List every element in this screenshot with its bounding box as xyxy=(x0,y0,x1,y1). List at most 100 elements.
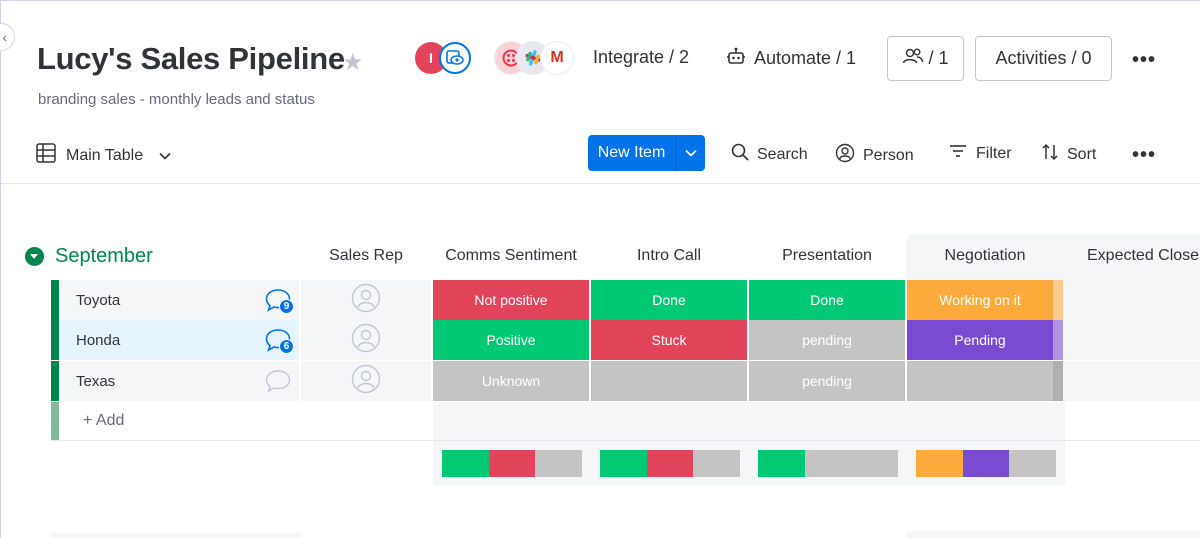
sort-button[interactable]: Sort xyxy=(1041,143,1096,166)
board-description[interactable]: branding sales - monthly leads and statu… xyxy=(38,91,315,108)
column-header-sales-rep[interactable]: Sales Rep xyxy=(301,233,431,279)
new-item-button[interactable]: New Item xyxy=(588,135,705,171)
sort-label: Sort xyxy=(1067,145,1097,163)
summary-segment xyxy=(693,450,740,477)
status-edge xyxy=(1053,280,1063,320)
automate-button[interactable]: Automate / 1 xyxy=(726,47,856,70)
summary-bar-presentation[interactable] xyxy=(758,450,898,477)
table-icon xyxy=(36,143,56,168)
new-item-label[interactable]: New Item xyxy=(588,135,675,171)
expected-close-cell[interactable] xyxy=(1063,361,1200,401)
star-icon[interactable]: ★ xyxy=(342,48,364,77)
group-color-bar xyxy=(51,320,59,360)
summary-segment xyxy=(600,450,647,477)
group-color-bar xyxy=(51,402,59,440)
item-name-cell[interactable]: Toyota 9 xyxy=(59,280,299,320)
filter-button[interactable]: Filter xyxy=(948,143,1012,164)
automate-label: Automate / 1 xyxy=(754,48,857,68)
sales-rep-cell[interactable] xyxy=(301,361,431,401)
viewers-eye-icon[interactable] xyxy=(439,42,471,74)
item-name[interactable]: Honda xyxy=(76,332,120,349)
person-icon xyxy=(351,364,381,399)
column-header-comms-sentiment[interactable]: Comms Sentiment xyxy=(433,233,589,279)
search-label: Search xyxy=(757,145,808,163)
updates-count-badge: 9 xyxy=(279,299,294,314)
negotiation-status[interactable] xyxy=(907,361,1053,401)
sales-rep-cell[interactable] xyxy=(301,280,431,320)
add-item-row[interactable]: + Add xyxy=(51,402,1200,440)
view-selector[interactable]: Main Table xyxy=(36,143,171,168)
summary-segment xyxy=(646,450,694,477)
person-filter-button[interactable]: Person xyxy=(835,143,914,168)
item-name-cell[interactable]: Honda 6 xyxy=(59,320,299,360)
chevron-down-icon[interactable] xyxy=(159,147,171,165)
presentation-status[interactable]: Done xyxy=(749,280,905,320)
search-button[interactable]: Search xyxy=(731,143,808,166)
summary-segment xyxy=(962,450,1010,477)
activities-button[interactable]: Activities / 0 xyxy=(975,36,1112,81)
expected-close-cell[interactable] xyxy=(1063,280,1200,320)
search-icon xyxy=(731,143,749,166)
summary-segment xyxy=(488,450,536,477)
robot-icon xyxy=(726,47,746,70)
expected-close-cell[interactable] xyxy=(1063,320,1200,360)
chevron-down-icon[interactable] xyxy=(675,135,705,171)
gmail-icon[interactable]: M xyxy=(541,42,573,74)
summary-bar-comms-sentiment[interactable] xyxy=(442,450,582,477)
board-viewers[interactable]: I xyxy=(415,42,475,74)
item-name[interactable]: Toyota xyxy=(76,292,120,309)
people-icon xyxy=(902,47,924,70)
intro-call-status[interactable]: Done xyxy=(591,280,747,320)
group-summary xyxy=(433,441,1065,485)
sales-rep-cell[interactable] xyxy=(301,320,431,360)
collapse-panel-button[interactable]: ‹ xyxy=(0,23,15,51)
intro-call-status[interactable]: Stuck xyxy=(591,320,747,360)
person-icon xyxy=(351,323,381,358)
item-name-cell[interactable]: Texas xyxy=(59,361,299,401)
table-row[interactable]: Texas Unknown pending xyxy=(51,361,1200,401)
members-count: / 1 xyxy=(928,48,949,68)
board-app: ‹ Lucy's Sales Pipeline ★ branding sales… xyxy=(0,0,1200,538)
summary-segment xyxy=(442,450,489,477)
group-color-bar xyxy=(51,361,59,401)
column-header-intro-call[interactable]: Intro Call xyxy=(591,233,747,279)
speech-bubble-icon[interactable] xyxy=(265,369,291,393)
collapse-group-icon[interactable] xyxy=(25,247,44,266)
board-menu-icon[interactable]: ••• xyxy=(1132,49,1156,72)
person-label: Person xyxy=(863,146,914,164)
status-edge xyxy=(1053,361,1063,401)
column-header-expected-close[interactable]: Expected Close xyxy=(1065,233,1200,279)
person-icon xyxy=(351,283,381,318)
group-title[interactable]: September xyxy=(55,245,153,268)
comms-sentiment-status[interactable]: Unknown xyxy=(433,361,589,401)
updates-count-badge: 6 xyxy=(279,339,294,354)
column-header-negotiation[interactable]: Negotiation xyxy=(907,233,1063,279)
invite-members-button[interactable]: / 1 xyxy=(887,36,964,81)
person-icon xyxy=(835,143,855,168)
summary-bar-intro-call[interactable] xyxy=(600,450,740,477)
board-title[interactable]: Lucy's Sales Pipeline xyxy=(37,41,345,77)
negotiation-status[interactable]: Working on it xyxy=(907,280,1053,320)
table-row[interactable]: Honda 6 Positive Stuck pending Pending xyxy=(51,320,1200,360)
integration-icons[interactable]: M xyxy=(495,42,585,74)
item-name[interactable]: Texas xyxy=(76,373,115,390)
intro-call-status[interactable] xyxy=(591,361,747,401)
table-row[interactable]: Toyota 9 Not positive Done Done Working … xyxy=(51,280,1200,320)
presentation-status[interactable]: pending xyxy=(749,361,905,401)
speech-bubble-icon[interactable]: 9 xyxy=(265,288,294,314)
negotiation-status[interactable]: Pending xyxy=(907,320,1053,360)
presentation-status[interactable]: pending xyxy=(749,320,905,360)
comms-sentiment-status[interactable]: Positive xyxy=(433,320,589,360)
speech-bubble-icon[interactable]: 6 xyxy=(265,328,294,354)
summary-segment xyxy=(535,450,582,477)
column-header-presentation[interactable]: Presentation xyxy=(749,233,905,279)
toolbar-menu-icon[interactable]: ••• xyxy=(1132,144,1156,167)
summary-bar-negotiation[interactable] xyxy=(916,450,1056,477)
summary-segment xyxy=(1009,450,1056,477)
comms-sentiment-status[interactable]: Not positive xyxy=(433,280,589,320)
next-group-placeholder xyxy=(51,533,301,538)
toolbar-divider xyxy=(1,183,1200,184)
view-label: Main Table xyxy=(66,146,144,164)
integrate-button[interactable]: Integrate / 2 xyxy=(593,47,689,68)
add-item-input[interactable]: + Add xyxy=(83,412,124,430)
